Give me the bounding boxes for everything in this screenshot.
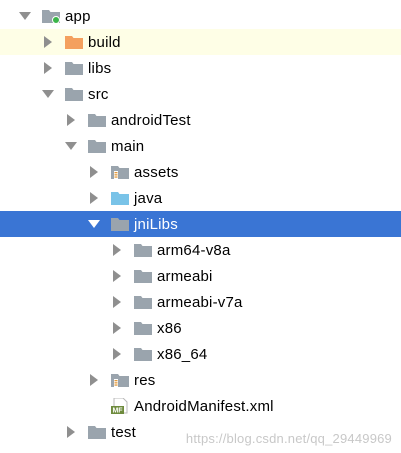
tree-item-main[interactable]: main [0, 133, 401, 159]
chevron-right-icon[interactable] [110, 347, 124, 361]
watermark: https://blog.csdn.net/qq_29449969 [185, 431, 392, 446]
folder-icon [133, 268, 153, 284]
folder-icon [133, 294, 153, 310]
project-tree: app build libs src androidTest main assets java… [0, 3, 401, 445]
tree-item-build[interactable]: build [0, 29, 401, 55]
manifest-file-icon: MF [110, 398, 130, 414]
chevron-right-icon[interactable] [41, 61, 55, 75]
chevron-down-icon[interactable] [18, 9, 32, 23]
tree-item-label: androidTest [111, 111, 191, 129]
chevron-right-icon[interactable] [64, 113, 78, 127]
tree-item-java[interactable]: java [0, 185, 401, 211]
tree-item-jnilibs[interactable]: jniLibs [0, 211, 401, 237]
tree-item-label: res [134, 371, 156, 389]
tree-item-androidmanifest-xml[interactable]: MF AndroidManifest.xml [0, 393, 401, 419]
folder-icon [87, 424, 107, 440]
tree-item-x86-64[interactable]: x86_64 [0, 341, 401, 367]
excluded-folder-icon [64, 34, 84, 50]
tree-item-src[interactable]: src [0, 81, 401, 107]
tree-item-androidtest[interactable]: androidTest [0, 107, 401, 133]
tree-item-label: AndroidManifest.xml [134, 397, 274, 415]
chevron-down-icon[interactable] [41, 87, 55, 101]
chevron-right-icon[interactable] [87, 191, 101, 205]
resource-folder-icon [110, 372, 130, 388]
folder-icon [64, 86, 84, 102]
tree-item-x86[interactable]: x86 [0, 315, 401, 341]
chevron-right-icon[interactable] [41, 35, 55, 49]
resource-folder-icon [110, 164, 130, 180]
tree-item-label: x86 [157, 319, 182, 337]
folder-icon [87, 112, 107, 128]
chevron-right-icon[interactable] [87, 165, 101, 179]
tree-item-label: main [111, 137, 145, 155]
tree-item-label: arm64-v8a [157, 241, 231, 259]
tree-item-res[interactable]: res [0, 367, 401, 393]
folder-icon [87, 138, 107, 154]
tree-item-label: jniLibs [134, 215, 178, 233]
manifest-icon-text: MF [112, 408, 123, 415]
tree-item-label: java [134, 189, 163, 207]
chevron-right-icon[interactable] [110, 269, 124, 283]
source-folder-icon [110, 190, 130, 206]
chevron-right-icon[interactable] [110, 295, 124, 309]
tree-item-label: armeabi [157, 267, 213, 285]
tree-item-assets[interactable]: assets [0, 159, 401, 185]
folder-icon [133, 242, 153, 258]
tree-item-arm64-v8a[interactable]: arm64-v8a [0, 237, 401, 263]
tree-item-label: x86_64 [157, 345, 208, 363]
tree-item-armeabi[interactable]: armeabi [0, 263, 401, 289]
tree-item-label: assets [134, 163, 179, 181]
chevron-right-icon[interactable] [87, 373, 101, 387]
tree-item-label: test [111, 423, 136, 441]
tree-item-label: armeabi-v7a [157, 293, 243, 311]
module-folder-icon [41, 8, 61, 24]
tree-item-label: libs [88, 59, 112, 77]
chevron-right-icon[interactable] [64, 425, 78, 439]
chevron-right-icon[interactable] [110, 243, 124, 257]
chevron-down-icon[interactable] [64, 139, 78, 153]
folder-icon [110, 216, 130, 232]
tree-item-armeabi-v7a[interactable]: armeabi-v7a [0, 289, 401, 315]
chevron-right-icon[interactable] [110, 321, 124, 335]
folder-icon [133, 346, 153, 362]
tree-item-label: src [88, 85, 109, 103]
chevron-down-icon[interactable] [87, 217, 101, 231]
folder-icon [133, 320, 153, 336]
tree-item-app[interactable]: app [0, 3, 401, 29]
tree-item-label: build [88, 33, 121, 51]
folder-icon [64, 60, 84, 76]
tree-item-label: app [65, 7, 91, 25]
tree-item-libs[interactable]: libs [0, 55, 401, 81]
